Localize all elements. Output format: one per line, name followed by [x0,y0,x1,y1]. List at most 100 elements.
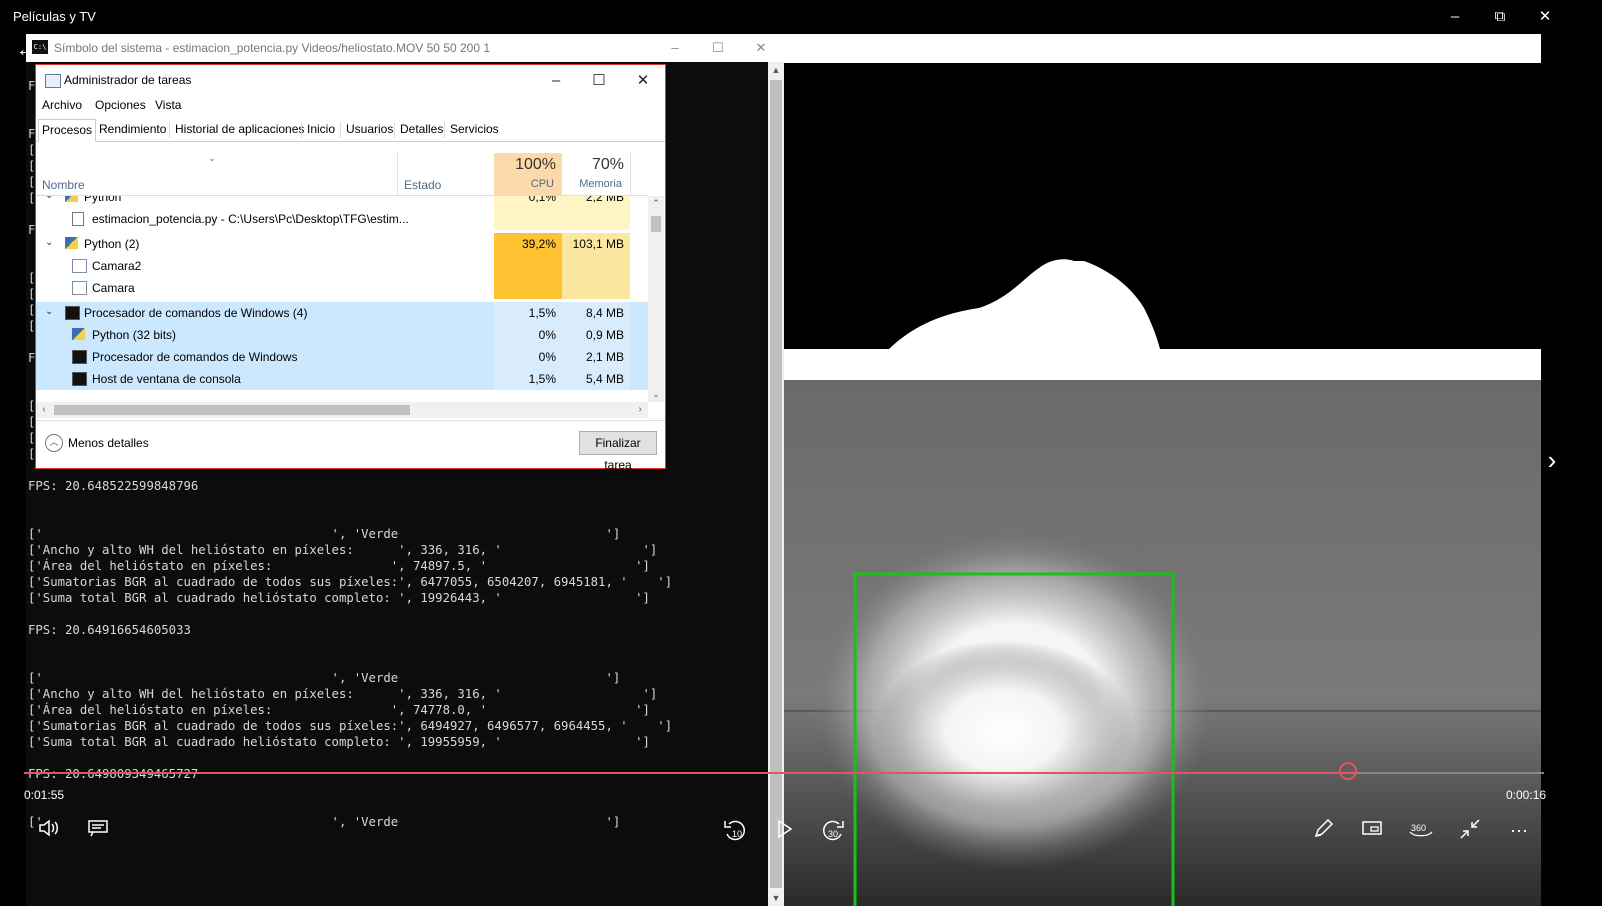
process-cpu: 1,5% [494,302,562,324]
seek-bar-remaining [1356,772,1544,774]
console-line: [' ', 'Verde '] [28,815,621,829]
cmd-icon [72,350,87,364]
chevron-up-circle-icon: ︿ [45,434,63,452]
memory-total: 70% [591,156,624,173]
end-task-button: Finalizar tarea [579,431,657,472]
chevron-left-icon: ‹ [42,404,46,415]
console-line: ['Sumatorias BGR al cuadrado de todos su… [28,575,673,589]
app-titlebar: Películas y TV – ⧉ ✕ [0,0,1602,34]
console-line: FPS: 20.648522599848796 [28,479,199,493]
process-row-console-host: Host de ventana de consola 1,5% 5,4 MB [36,368,648,390]
console-line: ['Área del helióstato en píxeles: ', 747… [28,703,650,717]
app-title: Películas y TV [13,9,96,24]
minimize-button[interactable]: – [1440,6,1470,28]
console-line: ['Ancho y alto WH del helióstato en píxe… [28,687,658,701]
process-cpu: 39,2% [494,233,562,299]
cpu-label: CPU [530,178,554,190]
speaker-icon[interactable] [34,818,64,844]
python-icon [65,237,78,249]
process-list-scroll-thumb [651,216,661,232]
process-name: Procesador de comandos de Windows (4) [84,306,308,320]
console-line: ['Ancho y alto WH del helióstato en píxe… [28,543,658,557]
process-list: ⌄ Python 0,1% 2,2 MB estimacion_potencia… [36,196,648,402]
window-icon [72,259,87,273]
cmd-icon [65,306,80,320]
process-row-python-32: Python (32 bits) 0% 0,9 MB [36,324,648,346]
captions-icon[interactable] [83,818,113,844]
tab-procesos: Procesos [38,119,96,142]
process-row-python-2: ⌄ Python (2) 39,2% 103,1 MB [36,233,648,299]
process-row-cmd-group: ⌄ Procesador de comandos de Windows (4) … [36,302,648,324]
menu-opciones: Opciones [95,98,146,112]
task-manager-icon [45,74,61,88]
process-name: Camara [92,281,135,295]
chevron-right-icon[interactable]: › [1540,445,1564,475]
cpu-total: 100% [515,156,556,173]
mask-blob [889,259,1160,349]
process-row-camara: Camara [36,277,494,299]
fewer-details-link: Menos detalles [68,436,149,450]
close-button[interactable]: ✕ [1530,6,1560,28]
console-line: [' ', 'Verde '] [28,671,621,685]
process-memory: 8,4 MB [562,302,630,324]
chevron-right-icon: › [638,404,642,415]
process-list-scrollbar: ⌃ ⌄ [648,196,664,402]
process-name: Python (32 bits) [92,328,177,342]
process-memory: 103,1 MB [562,233,630,299]
console-line: FPS: 20.649809349465727 [28,767,199,781]
seek-bar[interactable] [24,772,1544,774]
chevron-down-icon: ⌄ [45,237,54,248]
svg-text:10: 10 [732,829,742,839]
menu-vista: Vista [155,98,182,112]
process-name: Procesador de comandos de Windows [92,350,298,364]
column-nombre: Nombre [42,178,85,192]
process-cpu: 0% [494,324,562,346]
chevron-down-icon: ⌄ [45,306,54,317]
process-memory: 2,1 MB [562,346,630,368]
skip-back-10-icon[interactable]: 10 [720,818,750,844]
exit-fullscreen-icon[interactable] [1455,818,1485,844]
elapsed-time: 0:01:55 [24,788,65,802]
white-strip [784,34,1541,63]
back-arrow-icon[interactable]: ← [14,38,38,62]
file-icon [72,212,84,226]
console-scrollbar: ▲ ▼ [768,62,784,906]
process-list-hscrollbar: ‹ › [36,402,648,418]
sort-chevron-icon: ⌄ [208,153,216,163]
console-line: FPS: 20.64916654605033 [28,623,191,637]
mini-view-icon[interactable] [1357,818,1387,844]
pencil-icon[interactable] [1308,818,1338,844]
restore-button[interactable]: ⧉ [1485,6,1515,28]
process-cpu [494,208,562,230]
tab-servicios: Servicios [450,122,499,136]
white-band [784,349,1541,380]
process-memory: 5,4 MB [562,368,630,390]
tab-usuarios: Usuarios [346,122,394,136]
python-icon [72,328,85,340]
tm-minimize-icon: – [551,72,561,89]
play-icon[interactable] [769,818,799,844]
360-icon[interactable]: 360 [1406,818,1436,844]
process-list-hscroll-thumb [54,405,410,415]
more-icon[interactable]: ⋯ [1504,818,1534,844]
console-line: ['Área del helióstato en píxeles: ', 748… [28,559,650,573]
svg-text:360: 360 [1411,823,1426,833]
python-icon [65,196,78,202]
console-line: [' ', 'Verde '] [28,527,621,541]
window-icon [72,281,87,295]
tm-maximize-icon: ☐ [592,72,606,89]
task-manager-window: Administrador de tareas – ☐ ✕ Archivo Op… [35,64,666,472]
process-cpu: 0,1% [494,196,562,208]
process-memory: 2,2 MB [562,196,630,208]
seek-thumb[interactable] [1339,762,1357,780]
skip-forward-30-icon[interactable]: 30 [818,818,848,844]
chevron-down-icon: ⌄ [45,196,53,201]
cmd-icon [72,372,87,386]
